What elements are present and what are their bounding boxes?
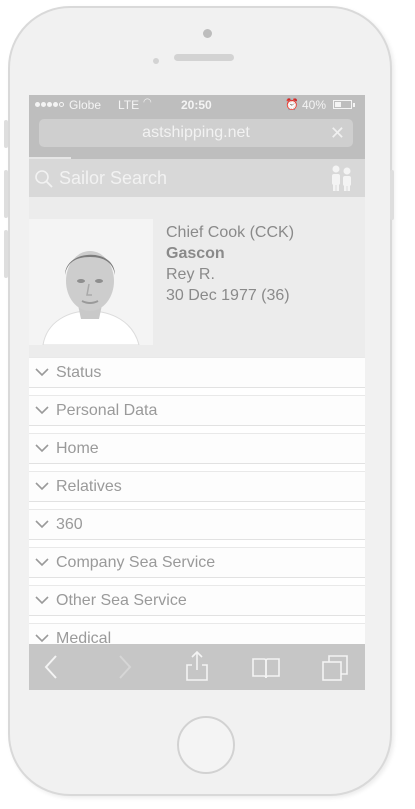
sailor-search-bar[interactable]: Sailor Search bbox=[29, 159, 365, 197]
signal-strength-icon bbox=[35, 102, 64, 107]
network-label: LTE bbox=[118, 98, 140, 112]
section-360[interactable]: 360 bbox=[29, 509, 365, 540]
alarm-icon: ⏰ bbox=[285, 99, 299, 111]
close-icon[interactable]: ✕ bbox=[330, 119, 345, 147]
volume-down-button bbox=[4, 230, 8, 278]
section-label: Company Sea Service bbox=[56, 554, 216, 571]
chevron-down-icon bbox=[35, 482, 49, 491]
carrier-label: Globe bbox=[69, 98, 102, 112]
chevron-down-icon bbox=[35, 596, 49, 605]
chevron-down-icon bbox=[35, 368, 49, 377]
wifi-icon: ◠ bbox=[143, 97, 152, 108]
sailor-rank: Chief Cook (CCK) bbox=[166, 224, 295, 241]
forward-icon[interactable] bbox=[117, 654, 133, 680]
phone-screen: Globe LTE ◠ 20:50 ⏰ 40% astshipping.net … bbox=[29, 95, 365, 690]
power-button bbox=[390, 170, 394, 220]
clock: 20:50 bbox=[181, 98, 212, 112]
chevron-down-icon bbox=[35, 444, 49, 453]
share-icon[interactable] bbox=[185, 650, 209, 682]
section-personal-data[interactable]: Personal Data bbox=[29, 395, 365, 426]
browser-address-area: astshipping.net ✕ bbox=[29, 115, 365, 159]
section-label: Relatives bbox=[56, 478, 122, 495]
tabs-icon[interactable] bbox=[321, 654, 349, 682]
section-label: 360 bbox=[56, 516, 83, 533]
sailor-given-name: Rey R. bbox=[166, 266, 215, 283]
chevron-down-icon bbox=[35, 406, 49, 415]
address-bar[interactable]: astshipping.net ✕ bbox=[39, 119, 353, 147]
browser-toolbar bbox=[29, 644, 365, 690]
section-label: Status bbox=[56, 364, 102, 381]
url-text: astshipping.net bbox=[142, 124, 250, 141]
sailor-details: Chief Cook (CCK) Gascon Rey R. 30 Dec 19… bbox=[166, 222, 294, 306]
section-status[interactable]: Status bbox=[29, 357, 365, 388]
section-relatives[interactable]: Relatives bbox=[29, 471, 365, 502]
portrait-image bbox=[29, 219, 153, 345]
section-label: Other Sea Service bbox=[56, 592, 187, 609]
speaker bbox=[174, 54, 234, 61]
chevron-down-icon bbox=[35, 634, 49, 643]
camera bbox=[203, 29, 212, 38]
volume-up-button bbox=[4, 170, 8, 218]
chevron-down-icon bbox=[35, 558, 49, 567]
profile-sections: Status Personal Data Home Relatives 360 … bbox=[29, 357, 365, 661]
battery-tip bbox=[353, 103, 355, 107]
people-icon[interactable] bbox=[327, 163, 357, 193]
sailor-profile: Chief Cook (CCK) Gascon Rey R. 30 Dec 19… bbox=[29, 197, 365, 357]
section-other-sea-service[interactable]: Other Sea Service bbox=[29, 585, 365, 616]
mute-switch bbox=[4, 120, 8, 148]
battery-icon bbox=[333, 100, 352, 109]
home-button[interactable] bbox=[177, 716, 235, 774]
section-label: Home bbox=[56, 440, 99, 457]
back-icon[interactable] bbox=[43, 654, 59, 680]
search-input[interactable]: Sailor Search bbox=[59, 168, 167, 189]
section-home[interactable]: Home bbox=[29, 433, 365, 464]
search-icon bbox=[35, 170, 53, 188]
bookmarks-icon[interactable] bbox=[251, 656, 281, 680]
section-label: Personal Data bbox=[56, 402, 158, 419]
sailor-surname: Gascon bbox=[166, 245, 225, 262]
sailor-photo bbox=[29, 219, 153, 345]
status-bar: Globe LTE ◠ 20:50 ⏰ 40% bbox=[29, 95, 365, 115]
chevron-down-icon bbox=[35, 520, 49, 529]
sensor bbox=[153, 58, 159, 64]
sailor-birth-date: 30 Dec 1977 (36) bbox=[166, 287, 290, 304]
section-company-sea-service[interactable]: Company Sea Service bbox=[29, 547, 365, 578]
battery-percent: 40% bbox=[302, 98, 327, 112]
